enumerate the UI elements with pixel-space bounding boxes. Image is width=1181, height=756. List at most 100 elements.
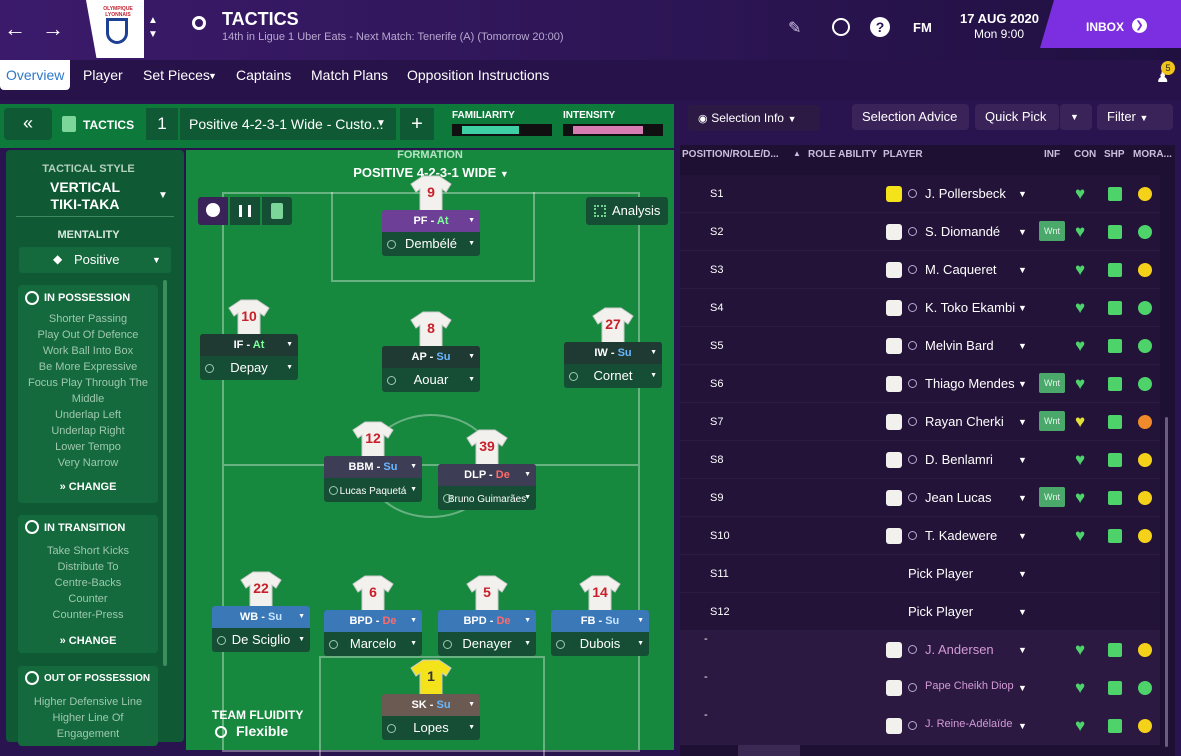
role-duty-select[interactable]: IF - At ▼ — [200, 334, 298, 356]
role-duty-select[interactable]: FB - Su ▼ — [551, 610, 649, 632]
filter-button[interactable]: Filter ▼ — [1097, 104, 1173, 130]
familiarity-bar[interactable] — [452, 124, 552, 136]
table-row[interactable]: S5 Melvin Bard ▼ ♥ — [680, 327, 1160, 365]
col-shp[interactable]: SHP — [1104, 149, 1125, 160]
player-slot[interactable]: WB - Su ▼ De Sciglio ▼ — [212, 606, 310, 652]
tactic-slot-number[interactable]: 1 — [146, 108, 178, 140]
role-duty-select[interactable]: BBM - Su ▼ — [324, 456, 422, 478]
player-slot[interactable]: IF - At ▼ Depay ▼ — [200, 334, 298, 380]
player-name-select[interactable]: Cornet ▼ — [564, 364, 662, 388]
quick-pick-button[interactable]: Quick Pick — [975, 104, 1059, 130]
role-duty-select[interactable]: SK - Su ▼ — [382, 694, 480, 716]
chevron-down-icon[interactable]: ▼ — [1018, 189, 1027, 199]
chevron-down-icon[interactable]: ▼ — [158, 190, 168, 201]
row-player-name[interactable]: Pape Cheikh Diop — [925, 680, 1014, 692]
add-tactic-button[interactable]: + — [400, 108, 434, 140]
chevron-down-icon[interactable]: ▼ — [1018, 227, 1027, 237]
player-name-select[interactable]: Depay ▼ — [200, 356, 298, 380]
row-player-name[interactable]: Melvin Bard — [925, 338, 994, 353]
row-player-name[interactable]: K. Toko Ekambi — [925, 300, 1015, 315]
scrollbar[interactable] — [163, 280, 167, 666]
player-name-select[interactable]: De Sciglio ▼ — [212, 628, 310, 652]
chevron-down-icon[interactable]: ▼ — [1018, 645, 1027, 655]
table-row[interactable]: S3 M. Caqueret ▼ ♥ — [680, 251, 1160, 289]
table-row[interactable]: S9 Jean Lucas ▼ Wnt ♥ — [680, 479, 1160, 517]
col-position[interactable]: POSITION/ROLE/D... — [682, 149, 779, 160]
tab-captains[interactable]: Captains — [236, 67, 291, 83]
chevron-down-icon[interactable]: ▼ — [1018, 569, 1027, 579]
search-icon[interactable] — [192, 16, 206, 30]
row-player-name[interactable]: J. Pollersbeck — [925, 186, 1006, 201]
player-slot[interactable]: FB - Su ▼ Dubois ▼ — [551, 610, 649, 656]
player-view-toggle[interactable] — [198, 197, 228, 225]
edit-icon[interactable]: ✎ — [788, 18, 801, 38]
table-row[interactable]: - J. Andersen ▼ ♥ — [680, 631, 1160, 669]
tab-opposition-instructions[interactable]: Opposition Instructions — [407, 67, 549, 83]
out-of-possession-box[interactable]: OUT OF POSSESSION Higher Defensive Line H… — [18, 666, 158, 746]
tab-match-plans[interactable]: Match Plans — [311, 67, 388, 83]
row-player-name[interactable]: T. Kadewere — [925, 528, 997, 543]
chevron-down-icon[interactable]: ▼ — [1018, 341, 1027, 351]
tactic-select[interactable]: Positive 4-2-3-1 Wide - Custo... ▼ — [180, 108, 396, 140]
fm-logo[interactable]: FM — [913, 20, 932, 35]
player-slot[interactable]: DLP - De ▼ Bruno Guimarães ▼ — [438, 464, 536, 510]
table-scrollbar[interactable] — [1165, 417, 1168, 747]
player-name-select[interactable]: Dubois ▼ — [551, 632, 649, 656]
chevron-down-icon[interactable]: ▼ — [1018, 683, 1027, 693]
role-duty-select[interactable]: PF - At ▼ — [382, 210, 480, 232]
analysis-button[interactable]: Analysis — [586, 197, 668, 225]
inbox-button[interactable]: INBOX ❯ — [1040, 0, 1181, 48]
table-row[interactable]: - Pape Cheikh Diop ▼ ♥ — [680, 669, 1160, 707]
instructions-view-toggle[interactable] — [262, 197, 292, 225]
player-slot[interactable]: BPD - De ▼ Marcelo ▼ — [324, 610, 422, 656]
row-player-name[interactable]: Thiago Mendes — [925, 376, 1015, 391]
table-row[interactable]: S2 S. Diomandé ▼ Wnt ♥ — [680, 213, 1160, 251]
chevron-down-icon[interactable]: ▼ — [1018, 417, 1027, 427]
club-switch-chevrons-icon[interactable]: ▲ ▼ — [148, 14, 158, 42]
selection-advice-button[interactable]: Selection Advice — [852, 104, 969, 130]
table-row[interactable]: S1 J. Pollersbeck ▼ ♥ — [680, 175, 1160, 213]
row-player-name[interactable]: J. Andersen — [925, 642, 994, 657]
team-fluidity-value[interactable]: Flexible — [236, 723, 288, 739]
player-slot[interactable]: AP - Su ▼ Aouar ▼ — [382, 346, 480, 392]
chevron-down-icon[interactable]: ▼ — [1018, 721, 1027, 731]
col-role-ability[interactable]: ROLE ABILITY — [808, 149, 877, 160]
chevron-down-icon[interactable]: ▼ — [1018, 607, 1027, 617]
row-player-name[interactable]: J. Reine-Adélaïde — [925, 718, 1012, 730]
tactical-style-line2[interactable]: TIKI-TAKA — [6, 196, 164, 212]
chevron-down-icon[interactable]: ▼ — [1018, 303, 1027, 313]
tab-player[interactable]: Player — [83, 67, 123, 83]
tactical-style-line1[interactable]: VERTICAL — [6, 179, 164, 195]
in-transition-box[interactable]: IN TRANSITION Take Short Kicks Distribute… — [18, 515, 158, 653]
player-slot[interactable]: BBM - Su ▼ Lucas Paquetá ▼ — [324, 456, 422, 502]
football-icon[interactable] — [832, 18, 850, 36]
table-row[interactable]: S10 T. Kadewere ▼ ♥ — [680, 517, 1160, 555]
forward-arrow-icon[interactable]: → — [42, 16, 64, 42]
stats-view-toggle[interactable] — [230, 197, 260, 225]
chevron-down-icon[interactable]: ▼ — [1018, 493, 1027, 503]
tab-set-pieces[interactable]: Set Pieces — [143, 67, 210, 83]
in-possession-change-button[interactable]: » CHANGE — [18, 481, 158, 493]
selection-info-button[interactable]: ◉ Selection Info ▼ — [688, 105, 820, 131]
back-arrow-icon[interactable]: ← — [4, 16, 26, 42]
chevron-down-icon[interactable]: ▼ — [1018, 265, 1027, 275]
player-name-select[interactable]: Dembélé ▼ — [382, 232, 480, 256]
table-row[interactable]: S8 D. Benlamri ▼ ♥ — [680, 441, 1160, 479]
role-duty-select[interactable]: IW - Su ▼ — [564, 342, 662, 364]
col-inf[interactable]: INF — [1044, 149, 1060, 160]
player-name-select[interactable]: Aouar ▼ — [382, 368, 480, 392]
col-player[interactable]: PLAYER — [883, 149, 923, 160]
col-morale[interactable]: MORA... — [1133, 149, 1172, 160]
player-slot[interactable]: PF - At ▼ Dembélé ▼ — [382, 210, 480, 256]
row-player-name[interactable]: Pick Player — [908, 566, 973, 581]
table-row[interactable]: S4 K. Toko Ekambi ▼ ♥ — [680, 289, 1160, 327]
player-slot[interactable]: BPD - De ▼ Denayer ▼ — [438, 610, 536, 656]
chevron-down-icon[interactable]: ▼ — [1018, 379, 1027, 389]
table-row[interactable]: S7 Rayan Cherki ▼ Wnt ♥ — [680, 403, 1160, 441]
table-row[interactable]: - J. Reine-Adélaïde ▼ ♥ — [680, 707, 1160, 745]
table-row[interactable]: S6 Thiago Mendes ▼ Wnt ♥ — [680, 365, 1160, 403]
chevron-down-icon[interactable]: ▼ — [1018, 531, 1027, 541]
role-duty-select[interactable]: DLP - De ▼ — [438, 464, 536, 486]
player-name-select[interactable]: Marcelo ▼ — [324, 632, 422, 656]
intensity-bar[interactable] — [563, 124, 663, 136]
